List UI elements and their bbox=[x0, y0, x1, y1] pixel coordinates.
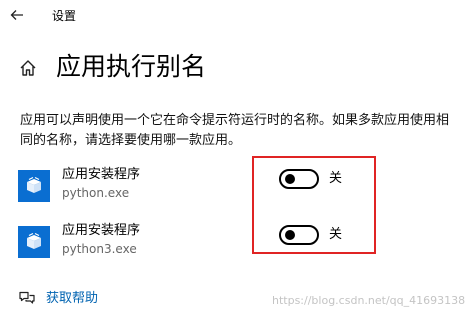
alias-row-python3: 应用安装程序 python3.exe 关 bbox=[0, 220, 474, 268]
title-bar: 设置 bbox=[0, 0, 474, 34]
app-executable: python3.exe bbox=[62, 242, 137, 256]
window-title: 设置 bbox=[52, 9, 77, 23]
package-box-icon bbox=[18, 226, 50, 258]
home-icon[interactable] bbox=[18, 58, 38, 78]
package-box-icon bbox=[18, 170, 50, 202]
app-executable: python.exe bbox=[62, 186, 130, 200]
chat-bubbles-icon bbox=[19, 291, 35, 304]
alias-row-python: 应用安装程序 python.exe 关 bbox=[0, 164, 474, 212]
watermark-url: https://blog.csdn.net/qq_41693138 bbox=[272, 294, 466, 307]
page-description: 应用可以声明使用一个它在命令提示符运行时的名称。如果多款应用使用相同的名称，请选… bbox=[20, 113, 450, 148]
app-name: 应用安装程序 bbox=[62, 167, 141, 182]
red-highlight-box bbox=[252, 156, 376, 254]
get-help-label: 获取帮助 bbox=[46, 291, 99, 306]
app-name: 应用安装程序 bbox=[62, 223, 141, 238]
back-arrow-icon[interactable] bbox=[8, 6, 26, 24]
page-title: 应用执行别名 bbox=[56, 52, 207, 81]
